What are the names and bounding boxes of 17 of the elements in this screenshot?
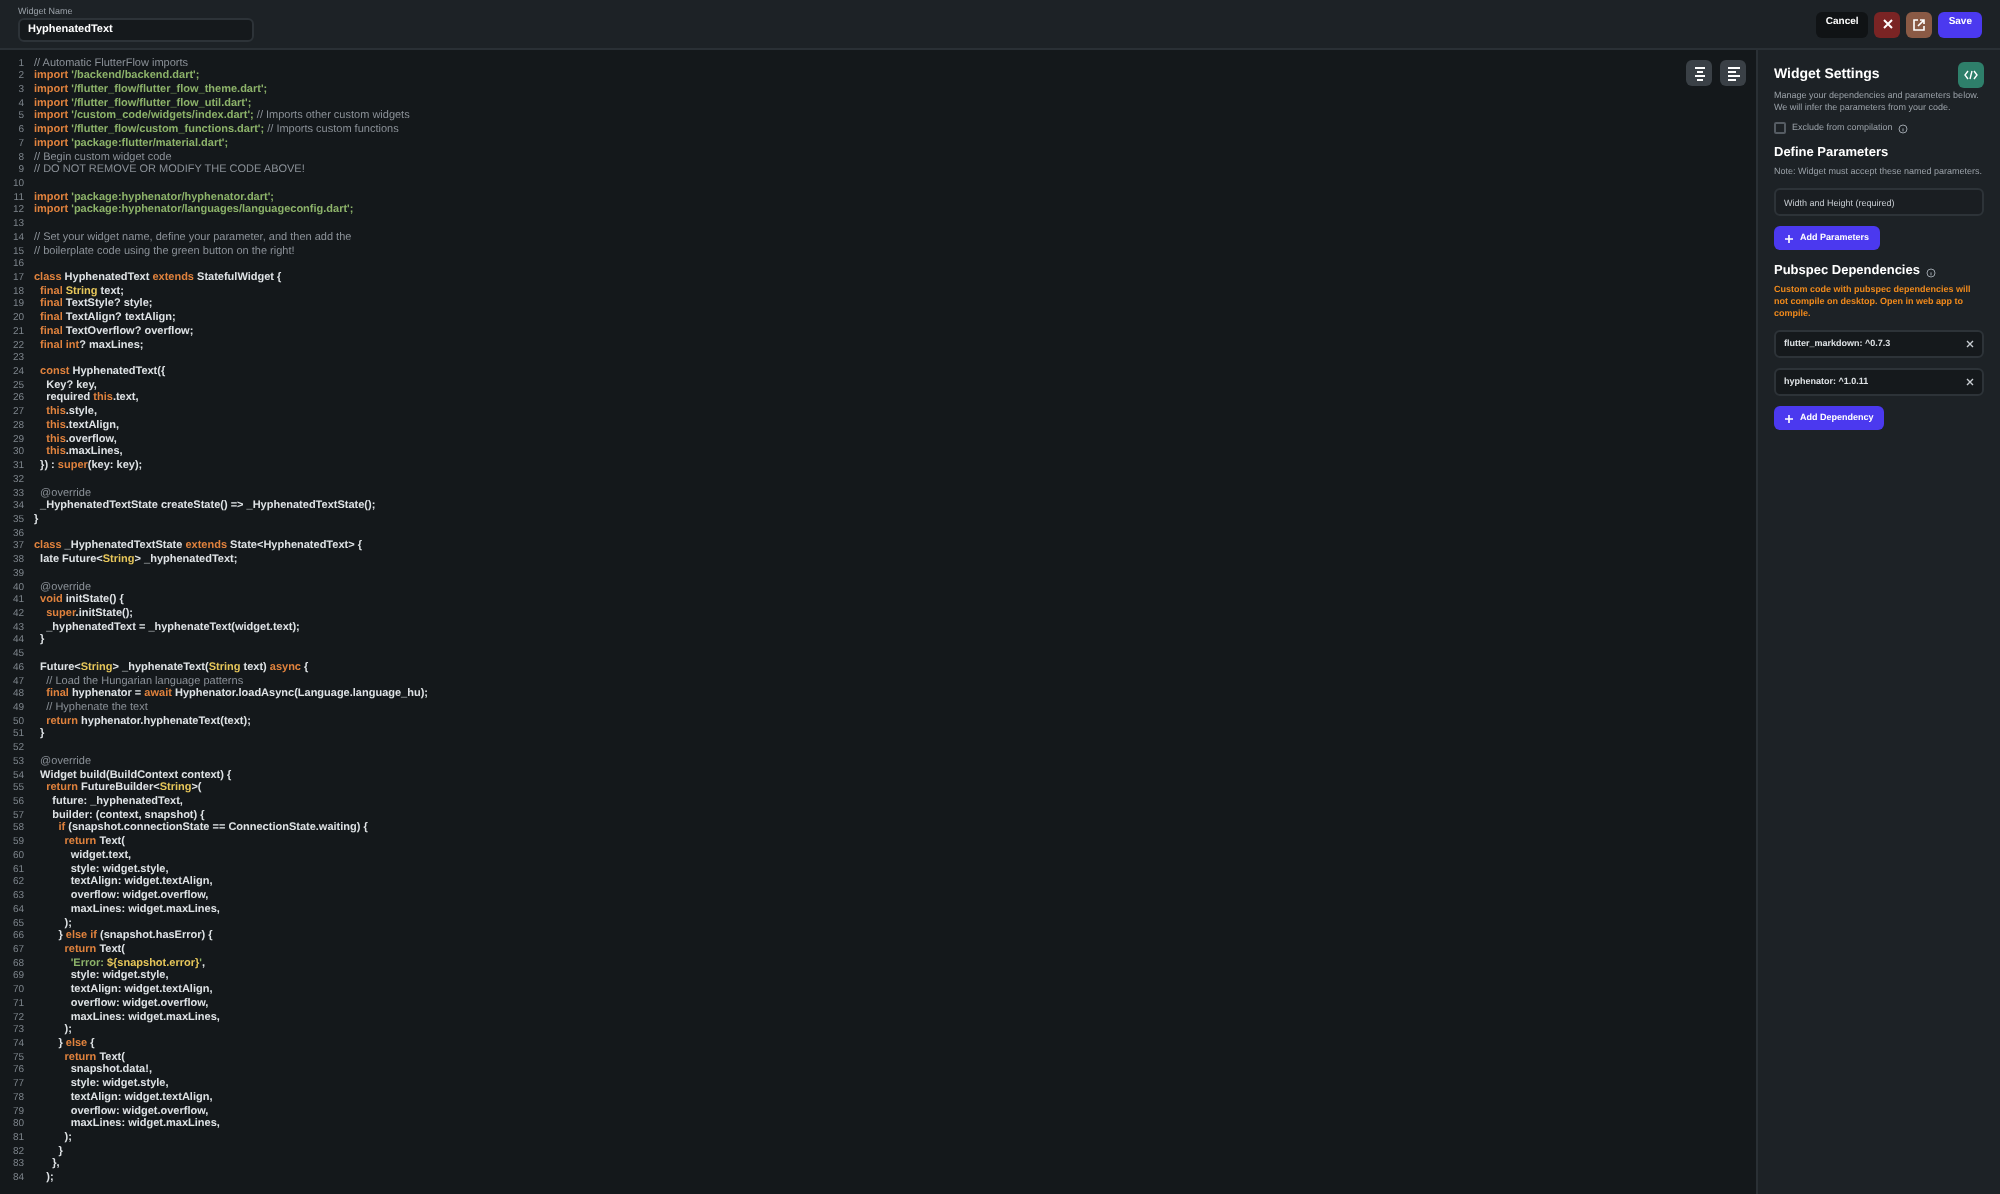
checkbox[interactable]	[1774, 122, 1786, 135]
wrap-button[interactable]	[1720, 60, 1746, 86]
align-center-icon	[1691, 65, 1707, 81]
plus-icon	[1784, 233, 1794, 244]
remove-icon[interactable]	[1966, 378, 1974, 386]
remove-icon[interactable]	[1966, 340, 1974, 348]
external-link-icon	[1912, 17, 1927, 31]
code-icon	[1964, 70, 1978, 80]
format-button[interactable]	[1686, 60, 1712, 86]
info-icon[interactable]	[1925, 267, 1936, 278]
align-left-icon	[1725, 65, 1741, 81]
open-external-button[interactable]	[1906, 11, 1933, 37]
info-icon[interactable]	[1898, 123, 1909, 134]
close-button[interactable]	[1874, 11, 1901, 37]
close-icon	[1881, 18, 1894, 30]
code-button[interactable]	[1958, 62, 1984, 88]
plus-icon	[1784, 413, 1794, 423]
